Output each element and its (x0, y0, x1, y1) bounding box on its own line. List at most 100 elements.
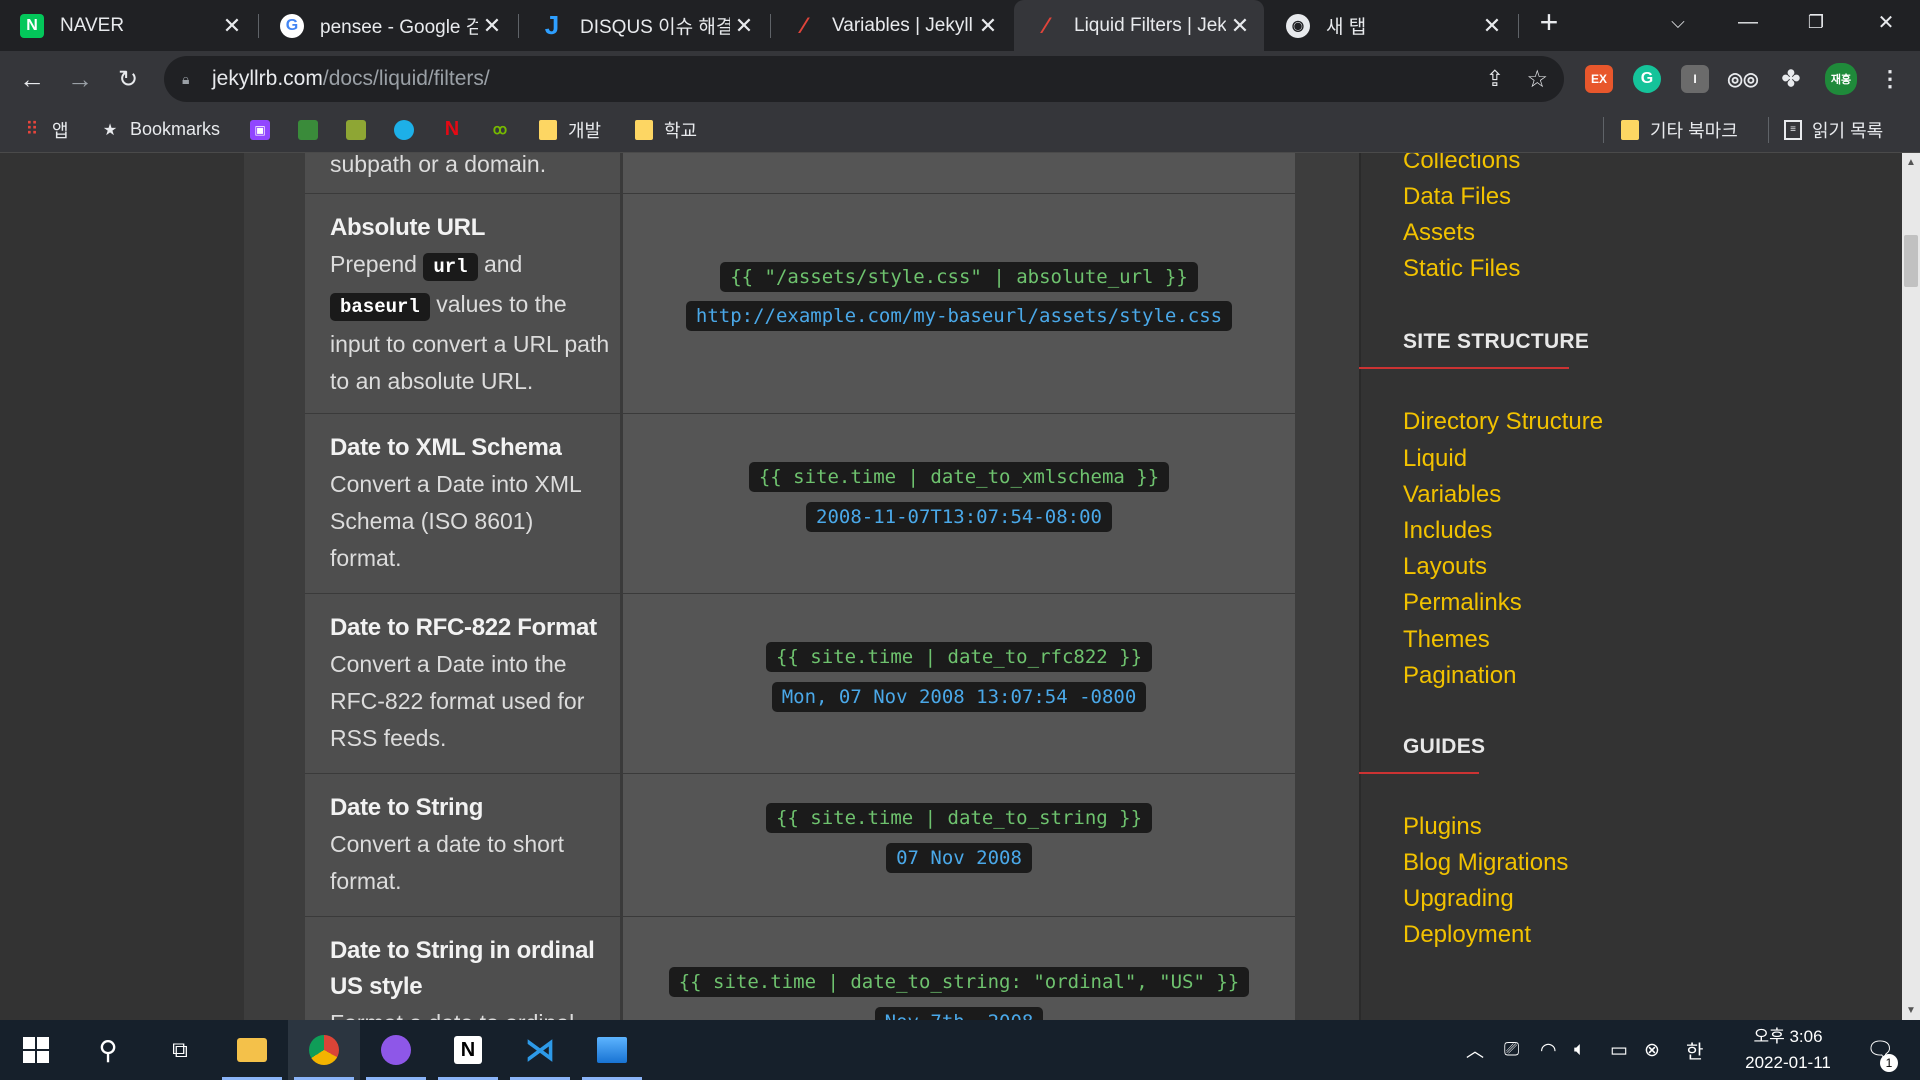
bookmark-star-icon[interactable]: ☆ (1526, 65, 1548, 94)
share-icon[interactable]: ⇪ (1486, 66, 1504, 92)
minimize-button[interactable]: — (1714, 0, 1782, 44)
reading-list-button[interactable]: ≡ 읽기 목록 (1784, 107, 1883, 152)
filter-name: Date to RFC-822 Format (330, 614, 597, 641)
sidebar-link-plugins[interactable]: Plugins (1403, 811, 1482, 843)
tab-search-chevron-icon[interactable]: ⌵ (1644, 0, 1712, 44)
grammarly-icon[interactable]: G (1633, 65, 1661, 93)
task-view-icon[interactable]: ⧉ (144, 1020, 216, 1080)
close-icon[interactable]: ✕ (1478, 13, 1506, 39)
sidebar-link-themes[interactable]: Themes (1403, 624, 1490, 656)
green-site-icon (298, 119, 318, 140)
volume-icon[interactable]: 🔈︎ (1574, 1020, 1585, 1080)
clock[interactable]: 오후 3:06 2022-01-11 (1728, 1020, 1848, 1080)
tab-google[interactable]: G pensee - Google 검 ✕ (260, 0, 516, 51)
profile-avatar[interactable]: 재홍 (1825, 63, 1857, 95)
restore-button[interactable]: ❐ (1782, 0, 1850, 44)
back-button[interactable]: ← (10, 57, 54, 101)
code-output-text: Nov 7th, 2008 (874, 1007, 1044, 1020)
table-row: subpath or a domain. (305, 153, 1295, 194)
folder-icon (1620, 119, 1640, 140)
sidebar-link-liquid[interactable]: Liquid (1403, 443, 1467, 475)
table-row: Date to String Convert a date to short f… (305, 773, 1295, 917)
notification-count-badge: 1 (1880, 1054, 1898, 1072)
github-desktop-icon[interactable] (360, 1020, 432, 1080)
new-tab-button[interactable]: + (1514, 0, 1584, 44)
sidebar-divider (1359, 153, 1361, 1020)
bookmark-site-3[interactable] (346, 107, 376, 152)
close-icon[interactable]: ✕ (974, 13, 1002, 39)
sidebar-link-deployment[interactable]: Deployment (1403, 919, 1531, 951)
sidebar-link-static-files[interactable]: Static Files (1403, 253, 1520, 285)
glasses-extension-icon[interactable]: ◎◎ (1727, 65, 1758, 93)
menu-kebab-icon[interactable]: ⋮ (1876, 65, 1904, 93)
code-output-text: Mon, 07 Nov 2008 13:07:54 -0800 (771, 682, 1147, 712)
bookmark-twitch[interactable]: ▣ (250, 107, 280, 152)
bookmark-apps[interactable]: ⠿ 앱 (22, 107, 68, 152)
tab-liquid-filters[interactable]: ⁄ Liquid Filters | Jeky ✕ (1014, 0, 1264, 51)
page-scrollbar[interactable]: ▲ ▼ (1902, 153, 1920, 1020)
defender-warning-icon[interactable]: ⊗ (1644, 1020, 1660, 1080)
wifi-icon[interactable]: ◠ (1540, 1020, 1557, 1080)
ime-indicator[interactable]: 한 (1686, 1020, 1703, 1080)
close-icon[interactable]: ✕ (730, 13, 758, 39)
sidebar-link-pagination[interactable]: Pagination (1403, 660, 1516, 692)
close-icon[interactable]: ✕ (478, 13, 506, 39)
sidebar-link-blog-migrations[interactable]: Blog Migrations (1403, 847, 1568, 879)
photos-icon[interactable] (576, 1020, 648, 1080)
tray-chevron-icon[interactable]: ︿ (1466, 1020, 1484, 1080)
row-right-cell: {{ site.time | date_to_rfc822 }} Mon, 07… (623, 594, 1295, 774)
ex-extension-icon[interactable]: EX (1585, 65, 1613, 93)
table-row: Date to XML Schema Convert a Date into X… (305, 413, 1295, 594)
scrollbar-thumb[interactable] (1904, 235, 1918, 287)
notifications-button[interactable]: 🗨︎ 1 (1866, 1020, 1898, 1080)
filter-name: Date to String in ordinal US style (330, 937, 595, 1000)
tab-variables-jekyll[interactable]: ⁄ Variables | Jekyll • ✕ (772, 0, 1012, 51)
sidebar-link-variables[interactable]: Variables (1403, 479, 1501, 511)
notion-icon[interactable]: N (432, 1020, 504, 1080)
sidebar-link-upgrading[interactable]: Upgrading (1403, 883, 1514, 915)
filter-name: Date to XML Schema (330, 434, 562, 461)
sidebar-link-layouts[interactable]: Layouts (1403, 551, 1487, 583)
bookmark-site-6[interactable]: ꝏ (490, 107, 520, 152)
bookmark-site-2[interactable] (298, 107, 328, 152)
windows-logo-icon (23, 1037, 49, 1063)
bookmark-site-4[interactable] (394, 107, 424, 152)
tab-title: 새 탭 (1326, 17, 1367, 38)
reload-button[interactable]: ↻ (106, 57, 150, 101)
battery-icon[interactable]: ▭ (1610, 1020, 1628, 1080)
sidebar-link-assets[interactable]: Assets (1403, 217, 1475, 249)
close-icon[interactable]: ✕ (1226, 13, 1254, 39)
bookmark-netflix[interactable]: N (442, 107, 472, 152)
tab-disqus[interactable]: J DISQUS 이슈 해결 ✕ (520, 0, 768, 51)
row-right-cell: {{ site.time | date_to_string }} 07 Nov … (623, 774, 1295, 917)
bookmark-folder-dev[interactable]: 개발 (538, 107, 601, 152)
address-bar[interactable]: 🔒︎ jekyllrb.com/docs/liquid/filters/ ⇪ ☆ (164, 56, 1564, 102)
tab-naver[interactable]: N NAVER ✕ (0, 0, 256, 51)
scroll-down-icon[interactable]: ▼ (1906, 1005, 1916, 1016)
sidebar-link-includes[interactable]: Includes (1403, 515, 1492, 547)
puzzle-extensions-icon[interactable]: ✤ (1777, 65, 1805, 93)
tab-new-tab[interactable]: ◉ 새 탭 ✕ (1266, 0, 1516, 51)
i-extension-icon[interactable]: I (1681, 65, 1709, 93)
vscode-icon[interactable]: ⋊ (504, 1020, 576, 1080)
sidebar-link-data-files[interactable]: Data Files (1403, 181, 1511, 213)
bookmark-folder-school[interactable]: 학교 (634, 107, 697, 152)
file-explorer-icon[interactable] (216, 1020, 288, 1080)
scroll-up-icon[interactable]: ▲ (1906, 157, 1916, 168)
bookmark-bookmarks[interactable]: ★ Bookmarks (100, 107, 220, 152)
forward-button[interactable]: → (58, 57, 102, 101)
sidebar-link-directory-structure[interactable]: Directory Structure (1403, 406, 1603, 438)
search-icon[interactable]: ⚲ (72, 1020, 144, 1080)
close-window-button[interactable]: ✕ (1852, 0, 1920, 44)
tab-strip: N NAVER ✕ G pensee - Google 검 ✕ J DISQUS… (0, 0, 1920, 51)
chrome-taskbar-icon[interactable] (288, 1020, 360, 1080)
close-icon[interactable]: ✕ (218, 13, 246, 39)
bookmark-other-folder[interactable]: 기타 북마크 (1620, 107, 1738, 152)
desc-text: Prepend (330, 251, 417, 277)
blue-circle-icon (394, 119, 414, 140)
sidebar-link-collections[interactable]: Collections (1403, 153, 1520, 177)
meet-now-icon[interactable]: ⎚ (1504, 1020, 1519, 1080)
start-button[interactable] (0, 1020, 72, 1080)
clock-date: 2022-01-11 (1745, 1053, 1831, 1072)
sidebar-link-permalinks[interactable]: Permalinks (1403, 587, 1522, 619)
